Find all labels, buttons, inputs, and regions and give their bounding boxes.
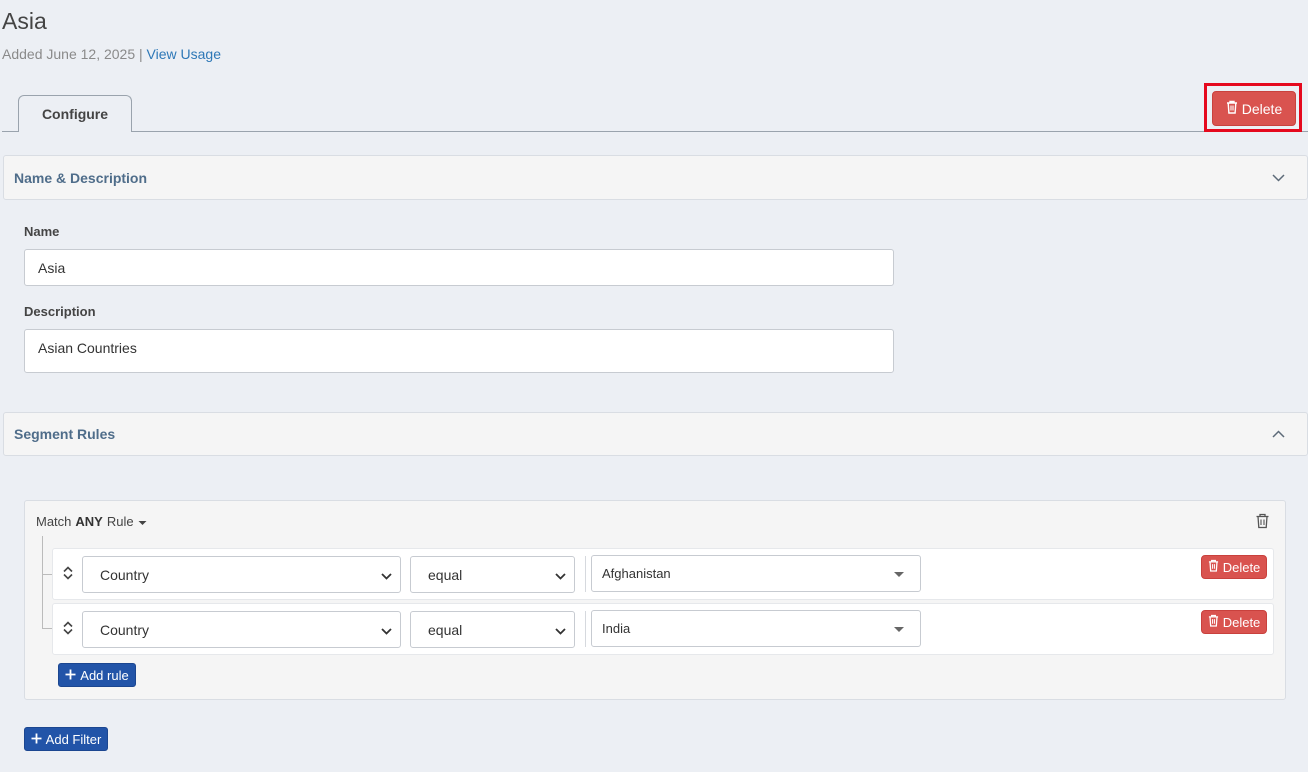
match-prefix: Match — [36, 514, 72, 529]
add-rule-button[interactable]: Add rule — [58, 663, 136, 687]
description-textarea[interactable]: Asian Countries — [24, 329, 894, 373]
trash-icon — [1208, 559, 1219, 575]
rule-operator-value: equal — [428, 566, 463, 583]
section-segment-rules-header[interactable]: Segment Rules — [3, 412, 1308, 456]
rule-field-select[interactable]: Country — [82, 556, 401, 593]
section-title: Name & Description — [14, 169, 148, 186]
chevron-down-icon — [555, 567, 566, 583]
chevron-down-icon — [1271, 171, 1285, 185]
page-meta: Added June 12, 2025 | View Usage — [2, 46, 221, 62]
caret-down-icon — [894, 566, 904, 581]
added-date: Added June 12, 2025 — [2, 46, 136, 62]
delete-rule-label: Delete — [1222, 559, 1261, 575]
chevron-up-icon — [1271, 427, 1285, 441]
chevron-down-icon — [381, 567, 392, 583]
plus-icon — [65, 668, 76, 683]
match-mode: ANY — [75, 514, 103, 529]
description-label: Description — [24, 304, 96, 319]
caret-down-icon — [138, 514, 147, 529]
rule-operator-select[interactable]: equal — [410, 611, 575, 648]
drag-handle-icon[interactable] — [60, 620, 76, 636]
divider — [585, 556, 586, 592]
rule-field-select[interactable]: Country — [82, 611, 401, 648]
tree-connector — [42, 574, 52, 575]
drag-handle-icon[interactable] — [60, 565, 76, 581]
meta-separator: | — [139, 46, 143, 62]
plus-icon — [31, 732, 42, 747]
rule-field-value: Country — [100, 621, 150, 638]
rule-field-value: Country — [100, 566, 150, 583]
chevron-down-icon — [555, 622, 566, 638]
rule-value: India — [602, 621, 631, 636]
add-filter-label: Add Filter — [45, 731, 102, 747]
delete-rule-button[interactable]: Delete — [1201, 610, 1267, 634]
delete-group-icon[interactable] — [1255, 513, 1270, 529]
delete-rule-label: Delete — [1222, 614, 1261, 630]
rule-value-select[interactable]: India — [591, 610, 921, 647]
rules-group — [24, 500, 1286, 700]
trash-icon — [1226, 100, 1238, 117]
delete-segment-label: Delete — [1241, 100, 1283, 117]
caret-down-icon — [894, 621, 904, 636]
tabs-divider — [2, 131, 1308, 132]
rule-value: Afghanistan — [602, 566, 671, 581]
section-title: Segment Rules — [14, 426, 116, 442]
delete-segment-button[interactable]: Delete — [1212, 91, 1296, 126]
trash-icon — [1208, 614, 1219, 630]
name-label: Name — [24, 224, 60, 239]
tree-connector — [42, 628, 52, 629]
divider — [585, 611, 586, 647]
section-name-description-header[interactable]: Name & Description — [3, 155, 1308, 200]
rule-operator-value: equal — [428, 621, 463, 638]
match-suffix: Rule — [106, 514, 134, 529]
rule-operator-select[interactable]: equal — [410, 556, 575, 593]
name-input[interactable] — [24, 249, 894, 286]
match-mode-dropdown[interactable]: Match ANY Rule — [36, 514, 147, 529]
rule-value-select[interactable]: Afghanistan — [591, 555, 921, 592]
add-rule-label: Add rule — [80, 667, 129, 683]
delete-rule-button[interactable]: Delete — [1201, 555, 1267, 579]
chevron-down-icon — [381, 622, 392, 638]
add-filter-button[interactable]: Add Filter — [24, 727, 108, 751]
tree-connector — [42, 536, 43, 628]
page-title: Asia — [2, 8, 47, 34]
tab-configure[interactable]: Configure — [18, 95, 132, 132]
view-usage-link[interactable]: View Usage — [147, 46, 221, 62]
